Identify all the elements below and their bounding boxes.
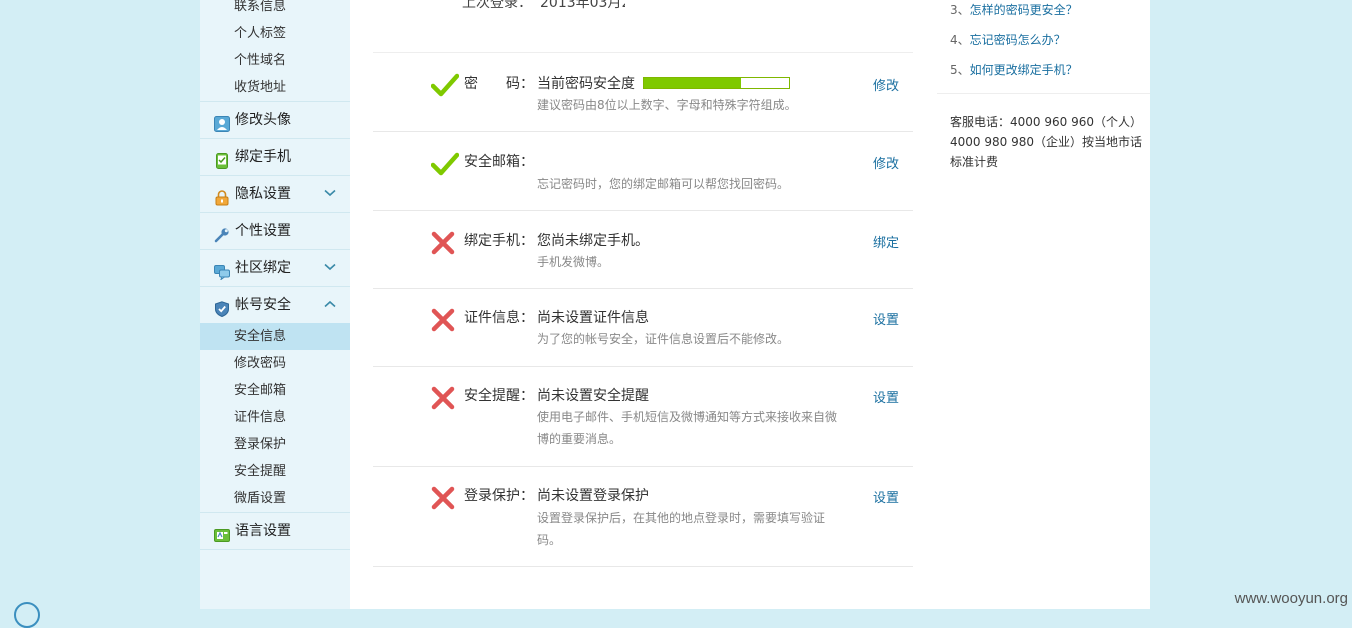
watermark: www.wooyun.org bbox=[1234, 590, 1348, 607]
sidebar-subitem-address[interactable]: 收货地址 bbox=[200, 74, 350, 101]
set-alert-link[interactable]: 设置 bbox=[873, 387, 899, 406]
row-desc: 为了您的帐号安全，证件信息设置后不能修改。 bbox=[537, 332, 790, 346]
modify-email-link[interactable]: 修改 bbox=[873, 153, 899, 172]
sidebar-subitem-contact[interactable]: 联系信息 bbox=[200, 0, 350, 20]
sidebar-item-label: 语言设置 bbox=[235, 523, 291, 539]
sidebar-subitem-domain[interactable]: 个性域名 bbox=[200, 47, 350, 74]
faq-list: 3、怎样的密码更安全？ 4、忘记密码怎么办？ 5、如何更改绑定手机？ bbox=[937, 0, 1078, 85]
row-desc: 设置登录保护后，在其他的地点登录时，需要填写验证码。 bbox=[537, 511, 826, 547]
last-login-label: 上次登录： bbox=[462, 0, 532, 11]
security-row-email: 安全邮箱： 忘记密码时，您的绑定邮箱可以帮您找回密码。 修改 bbox=[373, 132, 913, 211]
faq-num: 3、 bbox=[950, 3, 970, 17]
set-login-protect-link[interactable]: 设置 bbox=[873, 487, 899, 506]
row-label: 证件信息： bbox=[464, 310, 534, 326]
phone-icon bbox=[214, 147, 230, 169]
password-strength-fill bbox=[644, 78, 742, 88]
security-row-phone: 绑定手机： 您尚未绑定手机。 手机发微博。 绑定 bbox=[373, 211, 913, 289]
password-strength-bar bbox=[643, 77, 790, 89]
sidebar-subitem-login-protect[interactable]: 登录保护 bbox=[200, 431, 350, 458]
check-icon bbox=[430, 152, 460, 176]
cross-icon bbox=[431, 231, 455, 255]
sidebar-item-privacy[interactable]: 隐私设置 bbox=[200, 175, 350, 212]
security-row-login-protect: 登录保护： 尚未设置登录保护 设置登录保护后，在其他的地点登录时，需要填写验证码… bbox=[373, 467, 913, 567]
row-title: 尚未设置登录保护 bbox=[537, 488, 649, 504]
faq-link[interactable]: 怎样的密码更安全？ bbox=[970, 3, 1078, 17]
row-label: 密 码： bbox=[464, 76, 534, 92]
sidebar-subitem-security-email[interactable]: 安全邮箱 bbox=[200, 377, 350, 404]
cross-icon bbox=[431, 386, 455, 410]
chat-icon bbox=[214, 258, 230, 281]
sidebar-subitem-id-info[interactable]: 证件信息 bbox=[200, 404, 350, 431]
sidebar-subitem-change-password[interactable]: 修改密码 bbox=[200, 350, 350, 377]
help-panel: 3、怎样的密码更安全？ 4、忘记密码怎么办？ 5、如何更改绑定手机？ 客服电话：… bbox=[937, 0, 1150, 609]
bind-phone-link[interactable]: 绑定 bbox=[873, 232, 899, 251]
sidebar-item-label: 帐号安全 bbox=[235, 297, 291, 313]
modify-password-link[interactable]: 修改 bbox=[873, 75, 899, 94]
row-desc: 建议密码由8位以上数字、字母和特殊字符组成。 bbox=[537, 98, 797, 112]
row-title-text: 当前密码安全度 bbox=[537, 76, 635, 92]
sidebar-item-avatar[interactable]: 修改头像 bbox=[200, 101, 350, 138]
faq-num: 4、 bbox=[950, 33, 970, 47]
chevron-down-icon[interactable] bbox=[324, 176, 336, 212]
sidebar-subitem-weidun[interactable]: 微盾设置 bbox=[200, 485, 350, 512]
sidebar-item-phone[interactable]: 绑定手机 bbox=[200, 138, 350, 175]
row-label: 绑定手机： bbox=[464, 233, 534, 249]
row-label: 安全邮箱： bbox=[464, 154, 534, 170]
sidebar-subitem-security-info[interactable]: 安全信息 bbox=[200, 323, 350, 350]
sidebar-item-label: 个性设置 bbox=[235, 223, 291, 239]
check-icon bbox=[430, 73, 460, 97]
lock-icon bbox=[214, 184, 230, 206]
divider bbox=[937, 93, 1150, 94]
chevron-down-icon[interactable] bbox=[324, 250, 336, 286]
sidebar-divider bbox=[200, 549, 350, 550]
faq-item[interactable]: 3、怎样的密码更安全？ bbox=[937, 0, 1078, 25]
row-title: 您尚未绑定手机。 bbox=[537, 233, 649, 249]
sidebar-subitem-security-alert[interactable]: 安全提醒 bbox=[200, 458, 350, 485]
row-title: 尚未设置安全提醒 bbox=[537, 388, 649, 404]
chevron-up-icon[interactable] bbox=[324, 287, 336, 323]
faq-item[interactable]: 5、如何更改绑定手机？ bbox=[937, 55, 1078, 85]
customer-service-info: 客服电话：4000 960 960（个人）4000 980 980（企业）按当地… bbox=[950, 115, 1142, 169]
cross-icon bbox=[431, 308, 455, 332]
sidebar-item-label: 隐私设置 bbox=[235, 186, 291, 202]
row-label: 安全提醒： bbox=[464, 388, 534, 404]
row-title: 尚未设置证件信息 bbox=[537, 310, 649, 326]
row-desc: 忘记密码时，您的绑定邮箱可以帮您找回密码。 bbox=[537, 177, 790, 191]
header-edge bbox=[625, 0, 760, 12]
row-desc: 手机发微博。 bbox=[537, 255, 610, 269]
sidebar-item-community[interactable]: 社区绑定 bbox=[200, 249, 350, 286]
sidebar-item-security[interactable]: 帐号安全 bbox=[200, 286, 350, 323]
shield-icon bbox=[214, 295, 230, 318]
faq-num: 5、 bbox=[950, 63, 970, 77]
cross-icon bbox=[431, 486, 455, 510]
security-row-password: 密 码： 当前密码安全度 建议密码由8位以上数字、字母和特殊字符组成。 修改 bbox=[373, 53, 913, 132]
row-label: 登录保护： bbox=[464, 488, 534, 504]
sidebar-item-label: 修改头像 bbox=[235, 112, 291, 128]
sidebar-item-label: 绑定手机 bbox=[235, 149, 291, 165]
sidebar-item-language[interactable]: 语言设置 bbox=[200, 512, 350, 549]
row-title: 当前密码安全度 bbox=[537, 73, 790, 93]
sidebar-subitem-tags[interactable]: 个人标签 bbox=[200, 20, 350, 47]
security-row-id: 证件信息： 尚未设置证件信息 为了您的帐号安全，证件信息设置后不能修改。 设置 bbox=[373, 289, 913, 367]
sidebar-item-label: 社区绑定 bbox=[235, 260, 291, 276]
sidebar-item-personal[interactable]: 个性设置 bbox=[200, 212, 350, 249]
globe-icon bbox=[214, 521, 230, 542]
sidebar: 联系信息 个人标签 个性域名 收货地址 修改头像 绑定手机 隐私设置 个性设置 … bbox=[200, 0, 350, 609]
row-desc: 使用电子邮件、手机短信及微博通知等方式来接收来自微博的重要消息。 bbox=[537, 410, 838, 446]
avatar-icon bbox=[214, 110, 230, 132]
security-row-alert: 安全提醒： 尚未设置安全提醒 使用电子邮件、手机短信及微博通知等方式来接收来自微… bbox=[373, 367, 913, 467]
wrench-icon bbox=[214, 221, 230, 243]
faq-link[interactable]: 如何更改绑定手机？ bbox=[970, 63, 1078, 77]
set-id-link[interactable]: 设置 bbox=[873, 309, 899, 328]
scroll-top-icon[interactable] bbox=[14, 602, 40, 628]
faq-link[interactable]: 忘记密码怎么办？ bbox=[970, 33, 1066, 47]
faq-item[interactable]: 4、忘记密码怎么办？ bbox=[937, 25, 1078, 55]
